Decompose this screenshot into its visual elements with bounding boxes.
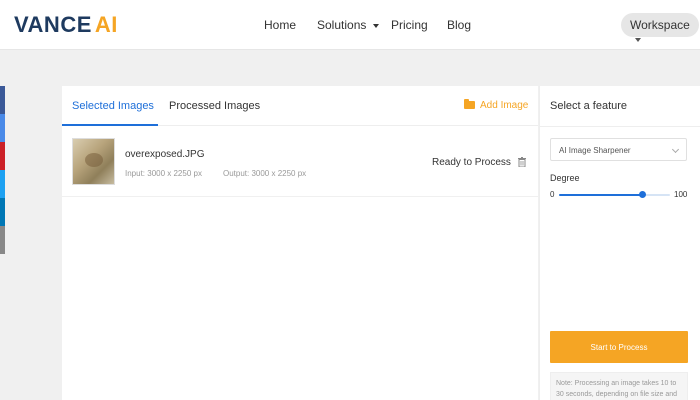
trash-icon[interactable] xyxy=(518,157,526,167)
nav-home[interactable]: Home xyxy=(264,18,296,32)
workspace-button[interactable]: Workspace xyxy=(621,13,699,42)
social-share-button[interactable] xyxy=(0,142,5,170)
chevron-down-icon xyxy=(373,23,380,28)
nav-blog[interactable]: Blog xyxy=(447,18,471,32)
feature-select-value: AI Image Sharpener xyxy=(559,146,631,155)
social-share-button[interactable] xyxy=(0,170,5,198)
degree-label: Degree xyxy=(550,173,580,183)
nav-solutions-label: Solutions xyxy=(317,18,367,32)
social-share-button[interactable] xyxy=(0,198,5,226)
degree-max: 100 xyxy=(674,190,688,199)
file-row: overexposed.JPG Input: 3000 x 2250 px Ou… xyxy=(62,126,538,197)
degree-slider[interactable] xyxy=(559,191,670,198)
add-image-label: Add Image xyxy=(480,100,529,111)
social-share-button[interactable] xyxy=(0,114,5,142)
start-process-button[interactable]: Start to Process xyxy=(550,331,688,363)
tab-selected-images[interactable]: Selected Images xyxy=(72,100,154,112)
chevron-down-icon xyxy=(671,145,680,154)
nav-pricing[interactable]: Pricing xyxy=(391,18,428,32)
tab-processed-images[interactable]: Processed Images xyxy=(169,100,260,112)
add-image-button[interactable]: Add Image xyxy=(464,99,529,111)
output-size: Output: 3000 x 2250 px xyxy=(223,169,307,178)
workspace-label: Workspace xyxy=(630,18,690,32)
file-name: overexposed.JPG xyxy=(125,149,205,160)
degree-min: 0 xyxy=(550,190,555,199)
logo-text-vance: VANCE xyxy=(14,12,92,37)
degree-slider-handle[interactable] xyxy=(639,191,647,198)
nav-solutions[interactable]: Solutions xyxy=(317,18,380,32)
panel-title: Select a feature xyxy=(550,100,628,112)
vanceai-logo[interactable]: VANCE AI xyxy=(14,12,118,38)
image-thumbnail xyxy=(72,138,115,185)
image-tabs: Selected Images Processed Images Add Ima… xyxy=(62,86,538,126)
social-share-button[interactable] xyxy=(0,226,5,254)
folder-icon xyxy=(464,99,475,109)
panel-divider xyxy=(540,126,700,127)
chevron-down-icon xyxy=(635,37,641,42)
image-list-card: Selected Images Processed Images Add Ima… xyxy=(62,86,538,400)
social-share-button[interactable] xyxy=(0,86,5,114)
logo-text-ai: AI xyxy=(94,12,118,37)
top-nav: VANCE AI Home Solutions Pricing Blog Work… xyxy=(0,0,700,50)
feature-panel: Select a feature AI Image Sharpener Degr… xyxy=(539,86,700,400)
processing-note: Note: Processing an image takes 10 to 30… xyxy=(550,372,688,400)
input-size: Input: 3000 x 2250 px xyxy=(125,169,202,178)
status-text: Ready to Process xyxy=(432,157,511,168)
feature-select[interactable]: AI Image Sharpener xyxy=(550,138,687,161)
degree-slider-fill xyxy=(559,194,643,196)
